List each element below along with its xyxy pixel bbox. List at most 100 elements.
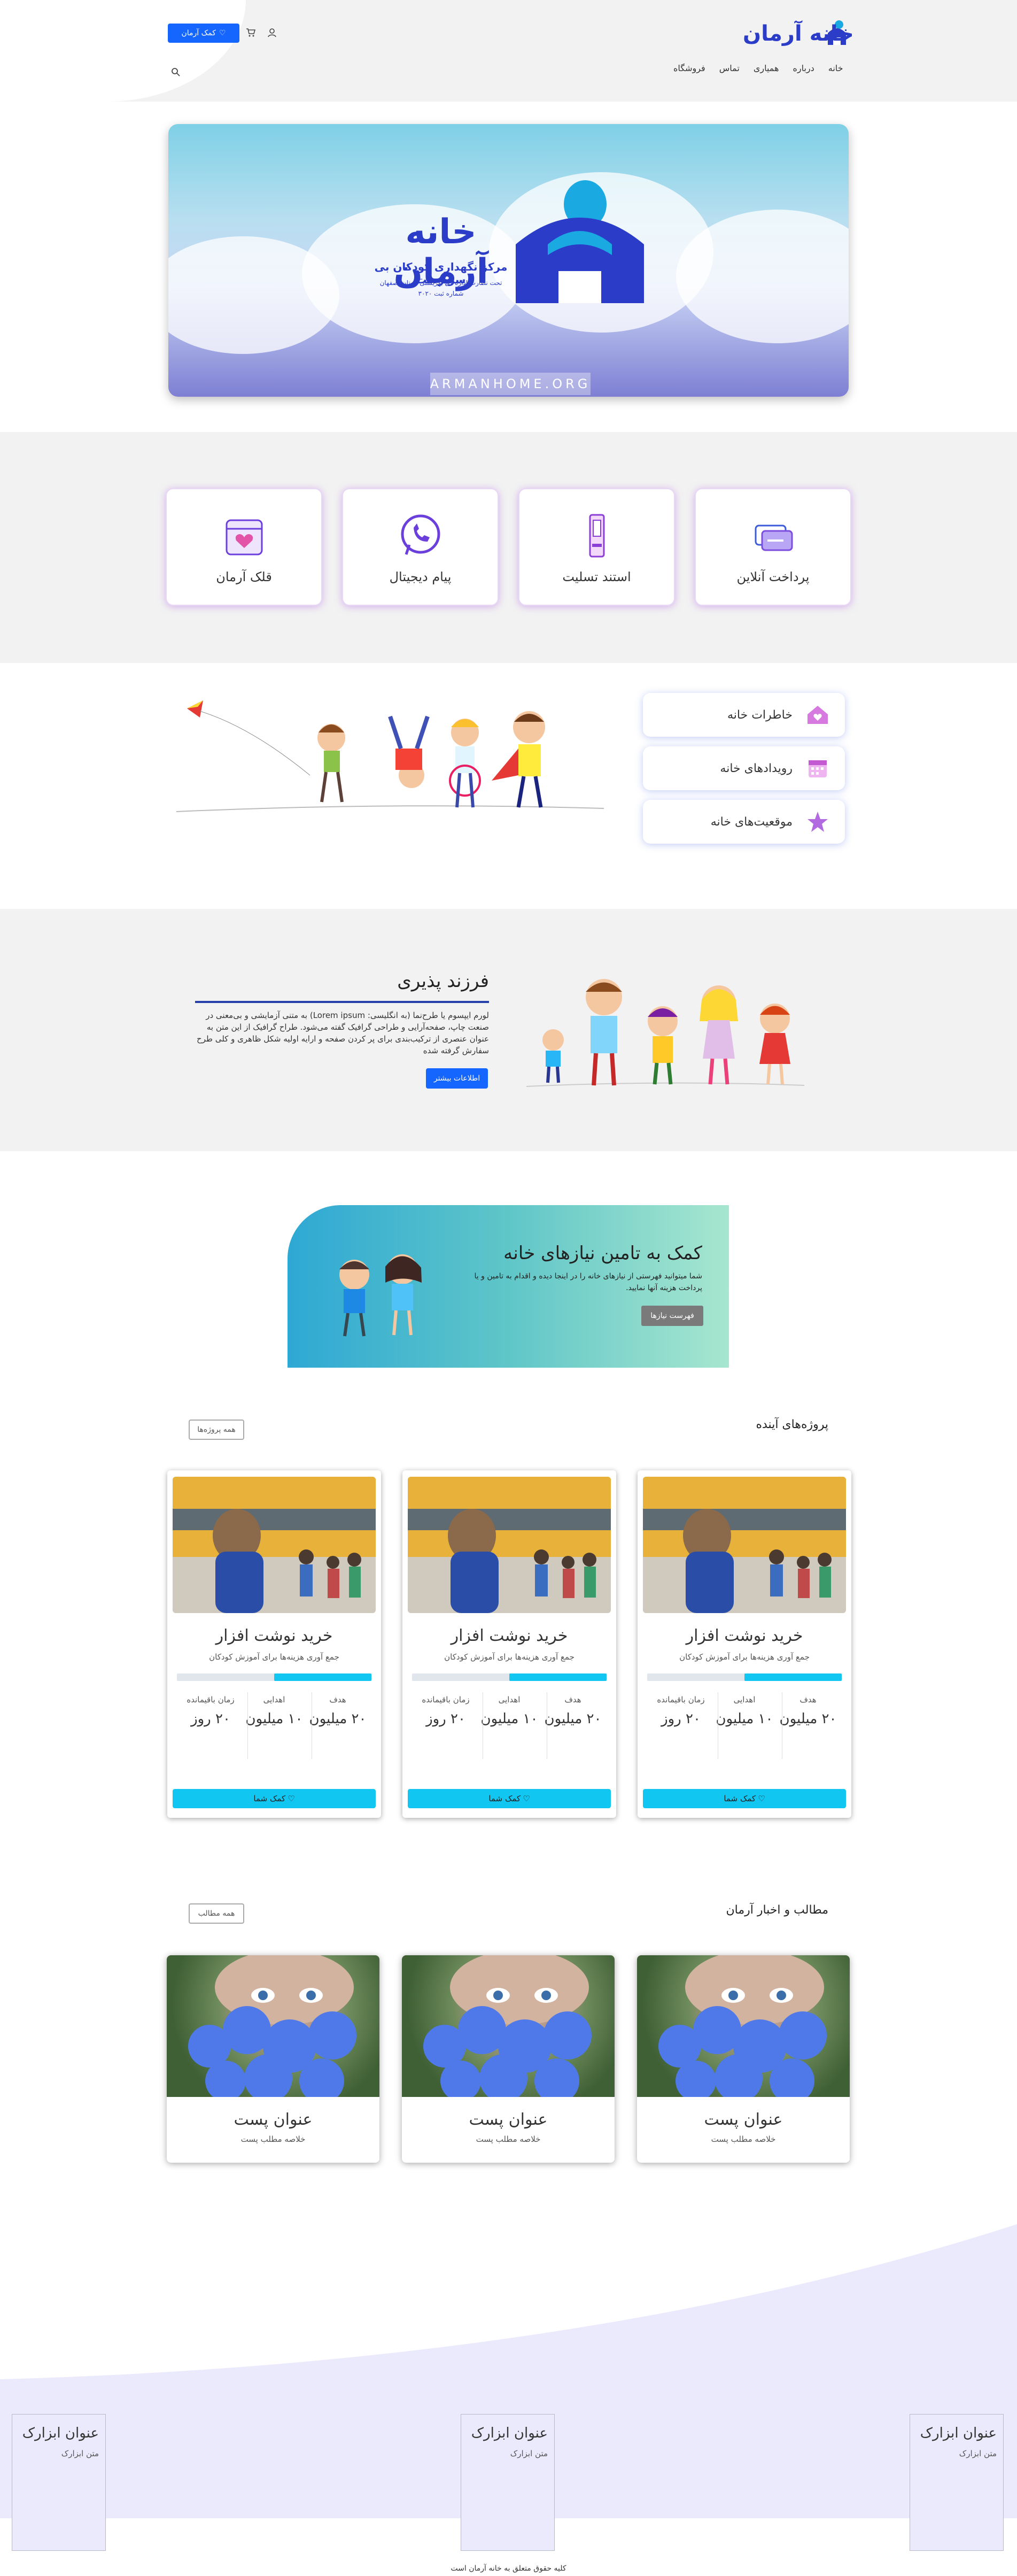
adoption-title: فرزند پذیری: [397, 970, 489, 992]
footer-widget: عنوان ابزارک متن ابزارک: [910, 2414, 1004, 2551]
banner-license-line: تحت نظارت اداره کل بهزیستی استان اصفهان: [379, 279, 502, 287]
post-card[interactable]: عنوان پست خلاصه مطلب پست: [637, 1955, 850, 2163]
two-kids-illustration: [339, 1254, 422, 1337]
adoption-section: فرزند پذیری لورم ایپسوم یا طرح‌نما (به ا…: [0, 909, 1017, 1151]
service-label: قلک آرمان: [216, 569, 272, 584]
nav-support[interactable]: همیاری: [754, 63, 779, 73]
stat-value: ۱۰ میلیون: [245, 1711, 303, 1727]
search-icon[interactable]: [171, 67, 181, 77]
feature-home-memories[interactable]: خاطرات خانه: [643, 693, 845, 737]
needs-title: کمک به تامین نیازهای خانه: [503, 1243, 702, 1264]
post-image: [637, 1955, 850, 2103]
service-piggy-bank[interactable]: قلک آرمان: [166, 488, 322, 606]
donate-button[interactable]: ♡ کمک آرمان: [168, 24, 239, 43]
needs-text: شما میتوانید فهرستی از نیازهای خانه را د…: [474, 1272, 703, 1292]
stat-value: ۲۰ میلیون: [779, 1711, 837, 1727]
projects-section-title: پروژه‌های آینده: [756, 1418, 828, 1431]
cart-icon[interactable]: [246, 28, 255, 37]
service-online-payment[interactable]: پرداخت آنلاین: [695, 488, 851, 606]
banner-url: ARMANHOME.ORG: [430, 373, 591, 395]
heart-icon: ♡: [523, 1794, 530, 1803]
widget-title: عنوان ابزارک: [22, 2425, 99, 2441]
footer-widget: عنوان ابزارک متن ابزارک: [461, 2414, 555, 2551]
project-progress-bar: [412, 1673, 607, 1681]
project-progress-fill: [744, 1673, 842, 1681]
stat-label: اهدایی: [733, 1695, 756, 1705]
heart-icon: ♡: [758, 1794, 765, 1803]
post-excerpt: خلاصه مطلب پست: [711, 2134, 776, 2144]
project-stat-donated: اهدایی ۱۰ میلیون: [715, 1695, 774, 1727]
holding-hands-kids-illustration: [526, 979, 804, 1087]
project-stat-goal: هدف ۲۰ میلیون: [544, 1695, 602, 1727]
post-excerpt: خلاصه مطلب پست: [240, 2134, 306, 2144]
service-label: پیام دیجیتال: [389, 569, 452, 584]
school-bus-photo: [173, 1477, 376, 1613]
post-title: عنوان پست: [704, 2110, 783, 2129]
user-icon[interactable]: [267, 28, 277, 37]
post-card[interactable]: عنوان پست خلاصه مطلب پست: [167, 1955, 379, 2163]
project-card[interactable]: خرید نوشت افزار جمع آوری هزینه‌ها برای آ…: [402, 1470, 616, 1818]
all-posts-button[interactable]: همه مطالب: [189, 1903, 244, 1924]
site-header: خانه آرمان خانه درباره همیاری تماس فروشگ…: [0, 0, 1017, 102]
adoption-more-button[interactable]: اطلاعات بیشتر: [426, 1068, 488, 1089]
project-donate-button[interactable]: ♡ کمک شما: [173, 1789, 376, 1808]
condolence-stand-icon: [589, 514, 604, 558]
stat-label: هدف: [799, 1695, 817, 1705]
project-card[interactable]: خرید نوشت افزار جمع آوری هزینه‌ها برای آ…: [638, 1470, 851, 1818]
nav-about[interactable]: درباره: [793, 63, 814, 73]
adoption-title-underline: [195, 1001, 489, 1003]
service-condolence-stand[interactable]: استند تسلیت: [518, 488, 675, 606]
home-needs-banner: کمک به تامین نیازهای خانه شما میتوانید ف…: [288, 1205, 729, 1368]
all-projects-button[interactable]: همه پروژه‌ها: [189, 1420, 244, 1440]
project-stat-donated: اهدایی ۱۰ میلیون: [245, 1695, 304, 1727]
copyright-text: کلیه حقوق متعلق به خانه آرمان است: [451, 2564, 566, 2573]
project-donate-label: کمک شما: [724, 1794, 756, 1803]
stat-value: ۱۰ میلیون: [480, 1711, 538, 1727]
needs-list-button[interactable]: فهرست نیازها: [641, 1306, 703, 1326]
girl-with-flowers-photo: [188, 1955, 356, 2103]
project-stat-remaining: زمان باقیمانده ۲۰ روز: [416, 1695, 475, 1727]
posts-section-title: مطالب و اخبار آرمان: [726, 1903, 828, 1917]
school-bus-photo: [643, 1477, 846, 1613]
logo-text[interactable]: خانه آرمان: [743, 21, 854, 46]
project-donate-button[interactable]: ♡ کمک شما: [408, 1789, 611, 1808]
nav-shop[interactable]: فروشگاه: [673, 63, 705, 73]
feature-home-events[interactable]: رویدادهای خانه: [643, 746, 845, 790]
service-label: استند تسلیت: [562, 569, 631, 584]
girl-with-flowers-photo: [423, 1955, 592, 2103]
stat-label: هدف: [564, 1695, 581, 1705]
heart-icon: ♡: [288, 1794, 295, 1803]
project-subtitle: جمع آوری هزینه‌ها برای آموزش کودکان: [679, 1652, 810, 1662]
hero-banner[interactable]: خانه آرمان مرکز نگهداری کودکان بی سرپرست…: [168, 124, 849, 397]
post-title: عنوان پست: [234, 2110, 313, 2129]
stat-value: ۲۰ میلیون: [309, 1711, 367, 1727]
project-progress-fill: [509, 1673, 607, 1681]
project-image: [408, 1477, 611, 1613]
online-payment-icon: [755, 525, 793, 551]
feature-home-positions[interactable]: موقعیت‌های خانه: [643, 800, 845, 844]
post-image: [402, 1955, 615, 2103]
feature-label: رویدادهای خانه: [720, 761, 793, 775]
service-digital-message[interactable]: پیام دیجیتال: [342, 488, 499, 606]
project-donate-label: کمک شما: [253, 1794, 286, 1803]
post-card[interactable]: عنوان پست خلاصه مطلب پست: [402, 1955, 615, 2163]
project-donate-label: کمک شما: [488, 1794, 521, 1803]
project-image: [173, 1477, 376, 1613]
stat-divider: [247, 1692, 248, 1759]
widget-text: متن ابزارک: [959, 2449, 997, 2458]
post-image: [167, 1955, 379, 2103]
nav-home[interactable]: خانه: [828, 63, 843, 73]
stat-label: زمان باقیمانده: [422, 1695, 470, 1705]
project-stat-goal: هدف ۲۰ میلیون: [308, 1695, 367, 1727]
footer-widget: عنوان ابزارک متن ابزارک: [12, 2414, 106, 2551]
project-title: خرید نوشت افزار: [451, 1626, 568, 1645]
donate-button-label: کمک آرمان: [181, 29, 216, 37]
project-donate-button[interactable]: ♡ کمک شما: [643, 1789, 846, 1808]
project-title: خرید نوشت افزار: [686, 1626, 803, 1645]
widget-text: متن ابزارک: [510, 2449, 548, 2458]
project-card[interactable]: خرید نوشت افزار جمع آوری هزینه‌ها برای آ…: [167, 1470, 381, 1818]
stat-value: ۲۰ میلیون: [544, 1711, 602, 1727]
stat-value: ۲۰ روز: [426, 1711, 465, 1727]
project-stat-goal: هدف ۲۰ میلیون: [779, 1695, 837, 1727]
nav-contact[interactable]: تماس: [719, 63, 740, 73]
